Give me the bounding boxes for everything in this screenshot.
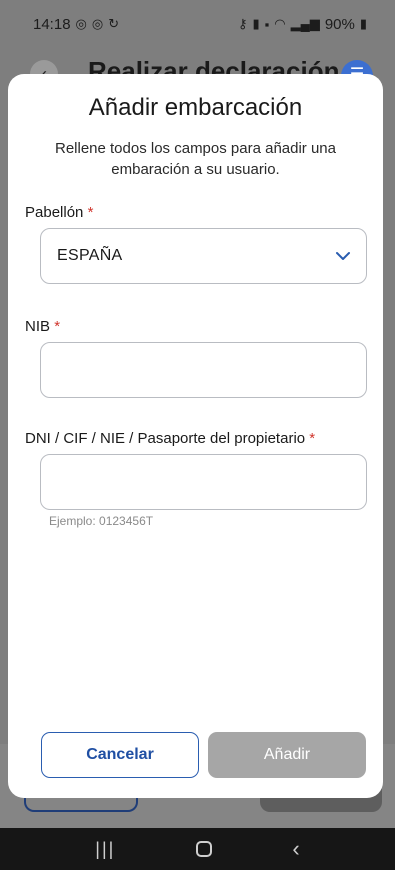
pabellon-label-text: Pabellón [25, 204, 84, 221]
nib-label: NIB * [25, 318, 60, 335]
nib-input[interactable] [40, 342, 367, 398]
sync-icon: ↻ [108, 16, 120, 31]
whatsapp-icon: ◎ [75, 16, 87, 31]
modal-title: Añadir embarcación [88, 94, 303, 121]
battery-saver-icon: ▮ [252, 16, 260, 31]
key-icon: ⚷ [237, 16, 248, 31]
dni-helper-text: Ejemplo: 0123456T [49, 514, 154, 528]
home-icon[interactable] [195, 841, 212, 857]
modal-subtitle: Rellene todos los campos para añadir una… [54, 140, 336, 178]
battery-level: 90% [324, 15, 355, 33]
back-icon[interactable]: ‹ [292, 836, 299, 862]
chevron-down-icon [336, 252, 350, 260]
pabellon-label: Pabellón * [25, 204, 93, 221]
pabellon-select-value: ESPAÑA [57, 247, 123, 264]
required-mark: * [309, 430, 316, 447]
status-right: ⚷ ▮ ▪ ◠ ▂▄▆ 90% ▮ [238, 16, 367, 33]
nib-label-text: NIB [25, 318, 51, 335]
wifi-icon: ◠ [274, 16, 286, 31]
cancel-button[interactable]: Cancelar [41, 732, 199, 778]
signal-icon: ▂▄▆ [290, 16, 320, 31]
status-bar: 14:18 ◎ ◎ ↻ ⚷ ▮ ▪ ◠ ▂▄▆ 90% ▮ [0, 0, 395, 48]
system-nav-bar: ||| ‹ [0, 828, 395, 870]
status-time: 14:18 [33, 15, 71, 33]
battery-icon: ▮ [359, 16, 367, 31]
whatsapp-icon: ◎ [91, 16, 104, 31]
pabellon-select[interactable]: ESPAÑA [40, 228, 367, 284]
dni-label-text: DNI / CIF / NIE / Pasaporte del propieta… [25, 430, 306, 447]
add-button[interactable]: Añadir [208, 732, 366, 778]
dni-input[interactable] [40, 454, 367, 510]
required-mark: * [54, 318, 61, 335]
sim-icon: ▪ [264, 16, 270, 32]
dni-label: DNI / CIF / NIE / Pasaporte del propieta… [25, 430, 315, 447]
status-left: 14:18 ◎ ◎ ↻ [33, 16, 119, 33]
add-vessel-modal: Añadir embarcación Rellene todos los cam… [8, 74, 383, 798]
required-mark: * [87, 204, 94, 221]
recent-apps-icon[interactable]: ||| [95, 839, 115, 860]
